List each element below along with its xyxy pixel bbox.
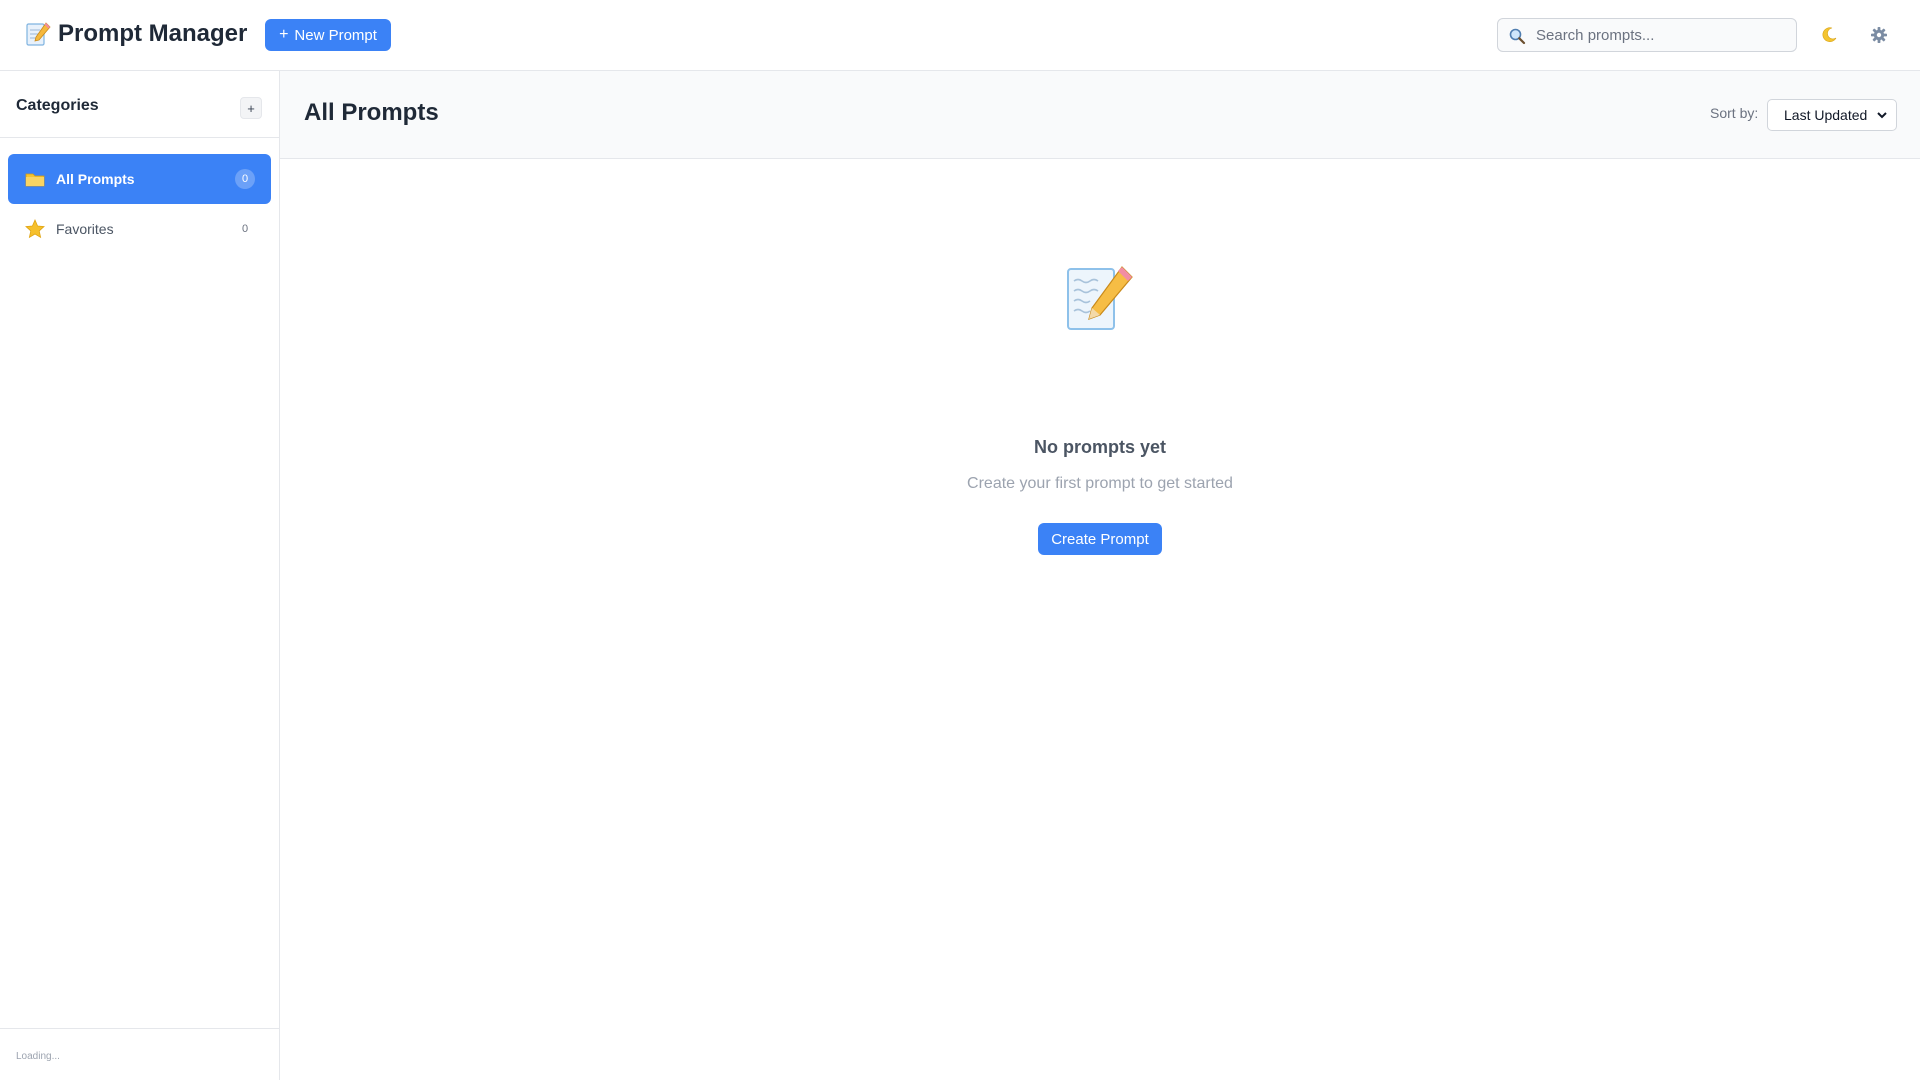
new-prompt-button[interactable]: + New Prompt [265, 19, 391, 51]
create-prompt-button[interactable]: Create Prompt [1038, 523, 1162, 555]
search-icon [1509, 28, 1526, 45]
sidebar-item-all-prompts[interactable]: All Prompts 0 [8, 154, 271, 204]
sidebar-footer: Loading... [0, 1028, 279, 1080]
sidebar-item-label: All Prompts [56, 171, 135, 187]
new-prompt-label: New Prompt [294, 26, 377, 44]
app-header: Prompt Manager + New Prompt [0, 0, 1920, 71]
sidebar: Categories + All Prompts 0 Favorites 0 L… [0, 71, 280, 1080]
theme-toggle-button[interactable] [1814, 20, 1844, 50]
memo-icon [26, 22, 51, 46]
gear-icon [1871, 27, 1887, 43]
brand: Prompt Manager [24, 16, 247, 52]
app-title: Prompt Manager [58, 20, 248, 47]
sort-select[interactable]: Last Updated [1767, 99, 1897, 131]
empty-state-subtitle: Create your first prompt to get started [967, 475, 1233, 492]
search-box [1497, 18, 1797, 52]
status-text: Loading... [16, 1051, 60, 1062]
sort-label: Sort by: [1710, 105, 1759, 121]
page-title: All Prompts [304, 99, 439, 126]
content-header: All Prompts Sort by: Last Updated [280, 71, 1920, 159]
category-list: All Prompts 0 Favorites 0 [8, 154, 271, 254]
sidebar-title: Categories [16, 97, 99, 114]
sidebar-item-favorites[interactable]: Favorites 0 [8, 204, 271, 254]
plus-icon: + [279, 26, 289, 43]
settings-button[interactable] [1864, 20, 1894, 50]
add-category-button[interactable]: + [240, 97, 262, 119]
sort-value: Last Updated [1784, 107, 1868, 123]
sidebar-header: Categories + [0, 71, 279, 138]
empty-state-title: No prompts yet [1033, 437, 1166, 457]
folder-icon [25, 173, 45, 187]
count-badge: 0 [241, 223, 249, 235]
memo-icon [1067, 266, 1133, 330]
sidebar-item-label: Favorites [56, 221, 114, 237]
star-icon [25, 218, 45, 239]
count-badge: 0 [235, 169, 255, 189]
empty-state: No prompts yet Create your first prompt … [280, 159, 1920, 1080]
search-input[interactable] [1536, 19, 1791, 51]
chevron-down-icon [1877, 112, 1887, 119]
moon-icon [1822, 27, 1837, 42]
main-content: All Prompts Sort by: Last Updated No pro… [280, 71, 1920, 1080]
